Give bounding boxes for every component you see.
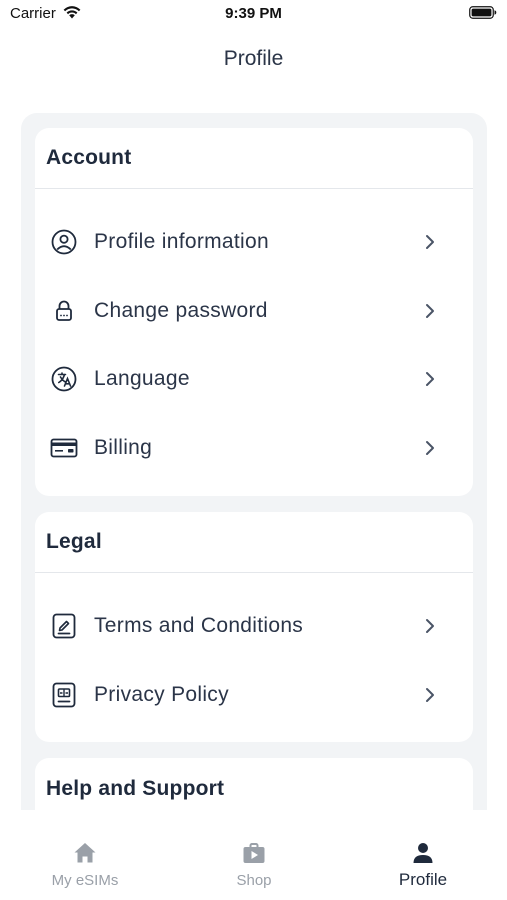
- terms-and-conditions-row[interactable]: Terms and Conditions: [35, 592, 473, 661]
- chevron-right-icon: [426, 235, 434, 250]
- user-circle-icon: [49, 227, 79, 257]
- help-support-section-title: Help and Support: [46, 776, 225, 800]
- language-icon: [49, 364, 79, 394]
- chevron-right-icon: [426, 687, 434, 702]
- document-sign-icon: [49, 611, 79, 641]
- tab-shop-label: Shop: [236, 872, 272, 889]
- person-icon: [413, 843, 433, 863]
- language-label: Language: [94, 367, 190, 391]
- language-row[interactable]: Language: [35, 345, 473, 414]
- help-support-section-header: Help and Support: [35, 758, 473, 810]
- status-bar: Carrier 9:39 PM: [0, 0, 507, 30]
- scale-document-icon: [49, 680, 79, 710]
- shopping-bag-icon: [243, 843, 265, 863]
- account-section-title: Account: [46, 146, 132, 169]
- terms-and-conditions-label: Terms and Conditions: [94, 614, 304, 638]
- credit-card-icon: [49, 433, 79, 463]
- privacy-policy-label: Privacy Policy: [94, 682, 229, 706]
- chevron-right-icon: [426, 440, 434, 455]
- page-title: Profile: [223, 47, 284, 70]
- billing-label: Billing: [94, 435, 153, 459]
- billing-row[interactable]: Billing: [35, 414, 473, 483]
- legal-section: Legal Terms and Conditions Privacy Polic…: [35, 512, 473, 742]
- clock: 9:39 PM: [225, 5, 282, 22]
- change-password-row[interactable]: Change password: [35, 277, 473, 346]
- profile-information-label: Profile information: [94, 230, 269, 254]
- legal-section-title: Legal: [46, 530, 102, 553]
- account-section-header: Account: [35, 128, 473, 189]
- privacy-policy-row[interactable]: Privacy Policy: [35, 661, 473, 730]
- profile-settings-list[interactable]: Account Profile information Change passw…: [21, 113, 487, 810]
- tab-shop[interactable]: Shop: [169, 840, 339, 889]
- battery-icon: [469, 6, 497, 19]
- chevron-right-icon: [426, 303, 434, 318]
- legal-section-header: Legal: [35, 512, 473, 573]
- tab-my-esims[interactable]: My eSIMs: [0, 840, 170, 889]
- tab-profile[interactable]: Profile: [338, 840, 507, 890]
- change-password-label: Change password: [94, 298, 268, 322]
- tab-my-esims-label: My eSIMs: [51, 872, 119, 889]
- chevron-right-icon: [426, 372, 434, 387]
- tab-profile-label: Profile: [398, 870, 448, 889]
- profile-information-row[interactable]: Profile information: [35, 208, 473, 277]
- account-section: Account Profile information Change passw…: [35, 128, 473, 496]
- home-icon: [74, 843, 96, 863]
- chevron-right-icon: [426, 619, 434, 634]
- help-support-section: Help and Support: [35, 758, 473, 810]
- tab-bar: My eSIMs Shop Profile: [0, 810, 507, 900]
- lock-icon: [49, 296, 79, 326]
